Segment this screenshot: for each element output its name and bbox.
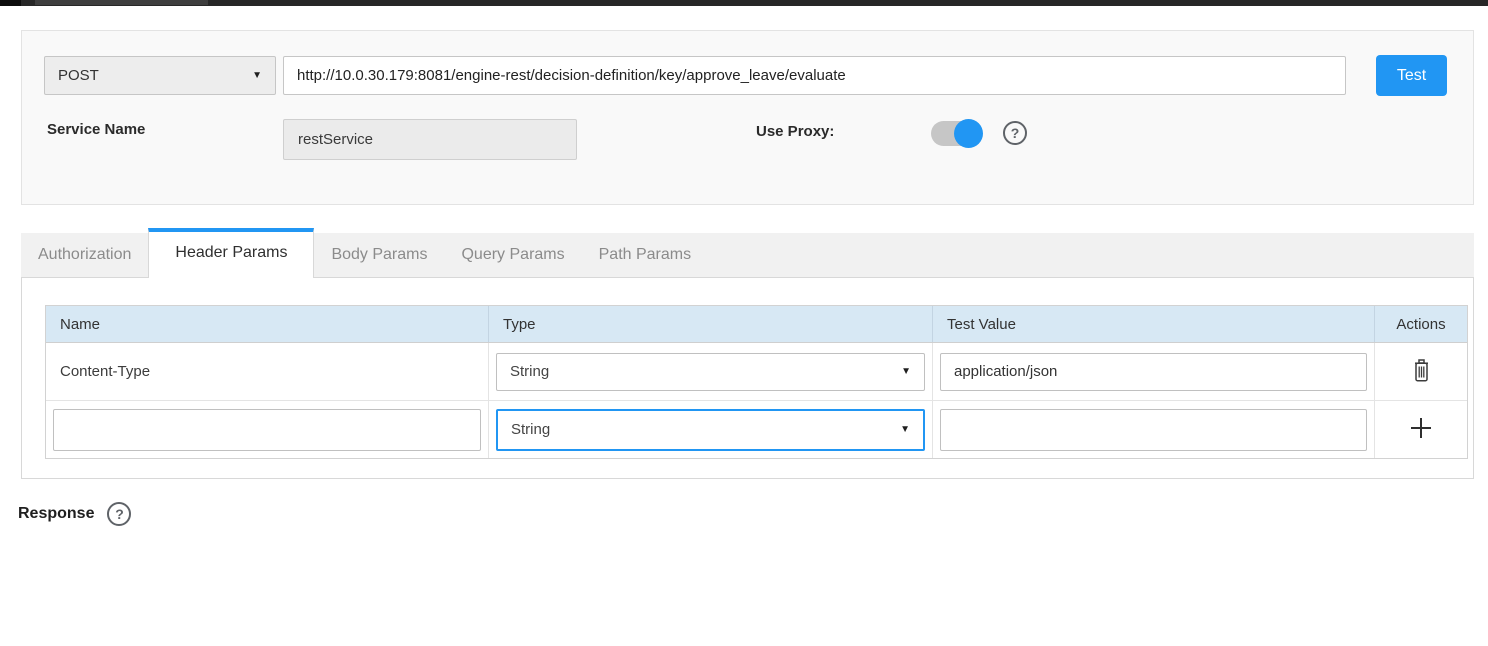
delete-row-button[interactable] [1408,355,1435,389]
header-params-panel: Name Type Test Value Actions Content-Typ… [21,278,1474,479]
column-header-test-value: Test Value [933,306,1375,342]
use-proxy-label: Use Proxy: [756,123,834,140]
column-header-actions: Actions [1375,306,1467,342]
top-bar-tab-segment [35,0,208,5]
param-name-text: Content-Type [46,343,489,400]
param-type-value: String [511,421,550,438]
param-type-value: String [510,363,549,380]
response-section: Response ? [18,502,131,526]
dropdown-arrow-icon: ▼ [901,366,911,377]
plus-icon [1408,415,1434,444]
tab-query-params[interactable]: Query Params [444,232,581,277]
table-row: String ▼ [46,400,1467,458]
tab-authorization[interactable]: Authorization [21,232,148,277]
param-test-value-input[interactable] [940,409,1367,451]
params-table: Name Type Test Value Actions Content-Typ… [45,305,1468,459]
top-bar-left-segment [0,0,21,6]
response-help-icon[interactable]: ? [107,502,131,526]
add-row-button[interactable] [1405,412,1437,447]
use-proxy-toggle[interactable] [931,121,981,146]
param-type-select[interactable]: String ▼ [496,353,925,391]
http-method-value: POST [58,67,99,84]
param-name-input[interactable] [53,409,481,451]
request-config-card: POST ▼ Test Service Name restService Use… [21,30,1474,205]
window-top-bar [0,0,1488,6]
params-tab-bar: Authorization Header Params Body Params … [21,233,1474,278]
dropdown-arrow-icon: ▼ [900,424,910,435]
param-test-value-input[interactable] [940,353,1367,391]
param-type-select-focused[interactable]: String ▼ [496,409,925,451]
tab-path-params[interactable]: Path Params [582,232,708,277]
service-name-field: restService [283,119,577,160]
toggle-thumb [954,119,983,148]
column-header-type: Type [489,306,933,342]
response-label: Response [18,505,94,523]
params-table-header: Name Type Test Value Actions [46,306,1467,343]
table-row: Content-Type String ▼ [46,343,1467,400]
dropdown-arrow-icon: ▼ [252,70,262,81]
tab-body-params[interactable]: Body Params [314,232,444,277]
request-url-input[interactable] [283,56,1346,95]
use-proxy-help-icon[interactable]: ? [1003,121,1027,145]
service-name-label: Service Name [47,121,145,138]
tab-header-params[interactable]: Header Params [148,228,314,278]
trash-icon [1411,358,1432,386]
test-button[interactable]: Test [1376,55,1447,96]
http-method-select[interactable]: POST ▼ [44,56,276,95]
column-header-name: Name [46,306,489,342]
